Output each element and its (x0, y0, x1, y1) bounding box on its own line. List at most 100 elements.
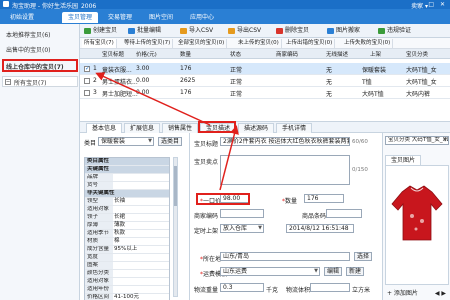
image-nav-arrows[interactable]: ◀ ▶ (435, 290, 446, 297)
tab-description-source[interactable]: 描述源码 (238, 123, 275, 133)
barcode-input[interactable] (326, 209, 362, 218)
attribute-value[interactable]: 薄款 (114, 222, 125, 229)
filter-tab-upload-failed[interactable]: 上传失败的宝贝(0) (342, 39, 394, 48)
col-shelf[interactable]: 上架 (370, 50, 381, 58)
attribute-row[interactable]: 非关键属性 (85, 190, 169, 198)
attribute-row[interactable]: 领子 长裙 (85, 214, 169, 222)
filter-tab-upload-error[interactable]: 上传出错的宝贝(0) (284, 39, 336, 48)
attribute-value[interactable]: 长袖 (114, 198, 125, 205)
select-category-button[interactable]: 选类目 (158, 137, 183, 146)
row-checkbox[interactable] (84, 90, 90, 96)
filter-tab-all-items[interactable]: 全部宝贝的宝贝(0) (176, 39, 228, 48)
attribute-key: 价格区间 (85, 294, 113, 300)
batch-edit-button[interactable]: 批量编辑 (128, 26, 161, 36)
merchant-code-input[interactable] (220, 209, 264, 218)
freight-select[interactable]: 山东运费 (220, 267, 320, 276)
freight-new-button[interactable]: 新建 (346, 267, 365, 276)
attribute-value[interactable]: 秋款 (114, 230, 125, 237)
attribute-row[interactable]: 厚薄 薄款 (85, 222, 169, 230)
menu-tab-image-space[interactable]: 图片空间 (143, 12, 179, 23)
quantity-input[interactable]: 176 (304, 194, 344, 203)
tab-sales-attributes[interactable]: 销售属性 (162, 123, 199, 133)
attribute-row[interactable]: 品牌 (85, 174, 169, 182)
scrollbar-thumb[interactable] (174, 166, 177, 206)
image-move-button[interactable]: 图片搬家 (327, 26, 360, 36)
menu-tab-item-management[interactable]: 宝贝管理 (62, 12, 99, 23)
freight-edit-button[interactable]: 编辑 (324, 267, 343, 276)
filter-tab-all[interactable]: 所有宝贝(7) (82, 39, 117, 48)
attribute-row[interactable]: 材质棉 (85, 238, 169, 246)
location-input[interactable]: 山东/青岛 (220, 252, 350, 261)
menu-tab-app-center[interactable]: 应用中心 (184, 12, 220, 23)
row-checkbox[interactable] (84, 78, 90, 84)
selling-point-textarea[interactable] (220, 155, 350, 185)
row-checkbox[interactable] (84, 65, 90, 72)
tab-extended-info[interactable]: 扩展信息 (124, 123, 161, 133)
filter-tab-waiting[interactable]: 等待上传的宝贝(7) (122, 39, 174, 48)
attribute-value[interactable]: 棉 (114, 238, 120, 245)
tree-collapse-icon[interactable]: − (5, 79, 11, 85)
attribute-row[interactable]: 领型 长袖 (85, 198, 169, 206)
col-price[interactable]: 价格(元) (136, 50, 157, 58)
schedule-time-input[interactable]: 2014/8/12 16:51:48 (286, 224, 354, 233)
attribute-value[interactable]: 41-100元 (114, 294, 139, 300)
violation-check-button[interactable]: 违规验证 (378, 26, 411, 36)
cell-category: 大码内裤 (406, 91, 431, 98)
filter-tabs: 所有宝贝(7) 等待上传的宝贝(7) 全部宝贝的宝贝(0) 未上传的宝贝(0) … (80, 38, 450, 49)
col-category[interactable]: 宝贝分类 (406, 50, 428, 58)
cell-shelf: T恤 (362, 79, 372, 86)
table-row[interactable]: 2 男士蛋糕衣... 0.00 2625 正常 无 T恤 大码T恤_女 (80, 75, 450, 87)
weight-input[interactable]: 0.3 (220, 283, 264, 292)
sidebar-item-on-sale[interactable]: 出售中的宝贝(0) (6, 45, 51, 54)
col-qty[interactable]: 数量 (180, 50, 191, 58)
attribute-row[interactable]: 适用年份 (85, 286, 169, 294)
attribute-row[interactable]: 颜色分类 (85, 270, 169, 278)
table-row[interactable]: 1 童装衣服... 3.00 176 正常 无 保暖套装 大码T恤_女 (80, 63, 450, 75)
attribute-row[interactable]: 类目属性 (85, 158, 169, 166)
attribute-row[interactable]: 货号 (85, 182, 169, 190)
attribute-row[interactable]: 价格区间 41-100元 (85, 294, 169, 300)
col-title[interactable]: 宝贝标题 (102, 50, 124, 58)
attribute-key: 领型 (85, 198, 113, 205)
delete-item-button[interactable]: 删除宝贝 (276, 26, 309, 36)
tab-mobile-details[interactable]: 手机详情 (276, 123, 313, 133)
highlight-box-warehouse (2, 59, 78, 72)
title-input[interactable]: 2满价2件套内衣 按运体大红色秋衣秋裤套装两套包邮 (220, 137, 350, 146)
table-row[interactable]: 3 男士加肥短... 0.00 176 正常 无 大码T恤 大码内裤 (80, 87, 450, 99)
attribute-scrollbar[interactable] (173, 157, 178, 297)
col-status[interactable]: 状态 (230, 50, 241, 58)
image-move-label: 图片搬家 (336, 27, 361, 34)
attribute-row[interactable]: 图案 (85, 262, 169, 270)
item-image-preview[interactable] (385, 165, 449, 285)
delete-icon (276, 28, 283, 34)
import-csv-button[interactable]: 导入CSV (180, 26, 213, 36)
attribute-value[interactable]: 95%以上 (114, 246, 137, 253)
menu-tab-initial-settings[interactable]: 初始设置 (4, 12, 40, 23)
location-select-button[interactable]: 选择 (354, 252, 373, 261)
volume-input[interactable] (310, 283, 350, 292)
attribute-row[interactable]: 成分含量 95%以上 (85, 246, 169, 254)
attribute-row[interactable]: 适用季节 秋款 (85, 230, 169, 238)
attribute-value[interactable]: 长裙 (114, 214, 125, 221)
create-item-button[interactable]: 创建宝贝 (84, 26, 117, 36)
window-controls[interactable]: — □ ✕ (416, 1, 447, 8)
attribute-row[interactable]: 关键属性 (85, 166, 169, 174)
schedule-select[interactable]: 放入仓库 (220, 224, 264, 233)
image-category-select[interactable]: 宝贝分类 大码T恤_女_XL (385, 136, 449, 145)
menu-tab-trade-management[interactable]: 交易管理 (102, 12, 138, 23)
attribute-row[interactable]: 适用对象 (85, 278, 169, 286)
tab-item-images[interactable]: 宝贝图片 (385, 155, 422, 165)
tree-item-all[interactable]: 所有宝贝(7) (14, 78, 47, 87)
cell-price: 0.00 (136, 77, 150, 84)
col-code[interactable]: 商家编码 (276, 50, 298, 58)
tab-basic-info[interactable]: 基本信息 (86, 123, 123, 133)
row-number: 1 (93, 65, 97, 72)
col-wireless[interactable]: 无线描述 (326, 50, 348, 58)
category-select[interactable]: 保暖套装 (98, 137, 154, 146)
filter-tab-not-uploaded[interactable]: 未上传的宝贝(0) (236, 39, 282, 48)
sidebar-item-local[interactable]: 本地推荐宝贝(6) (6, 30, 51, 39)
attribute-row[interactable]: 适用对象 (85, 206, 169, 214)
attribute-row[interactable]: 宽度 (85, 254, 169, 262)
export-csv-button[interactable]: 导出CSV (228, 26, 261, 36)
add-image-button[interactable]: + 添加图片 (387, 288, 418, 297)
